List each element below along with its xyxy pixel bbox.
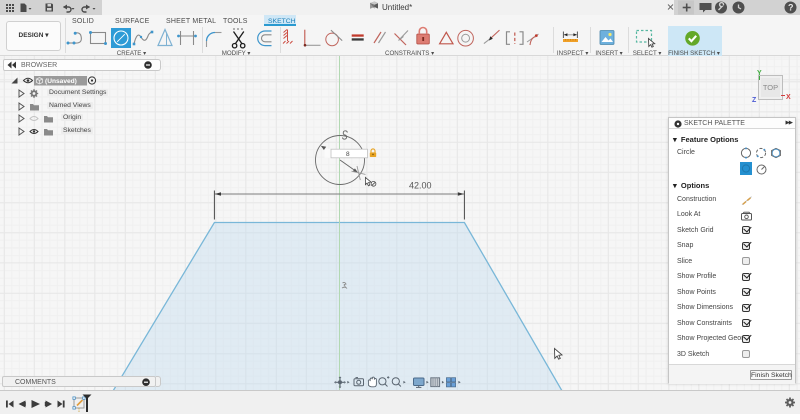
svg-text:Y: Y — [757, 70, 762, 77]
svg-text:42.00: 42.00 — [409, 181, 432, 191]
svg-text:Z: Z — [752, 97, 757, 104]
svg-text:8: 8 — [346, 151, 350, 158]
svg-text:?: ? — [788, 3, 794, 13]
svg-text:X: X — [786, 94, 791, 101]
